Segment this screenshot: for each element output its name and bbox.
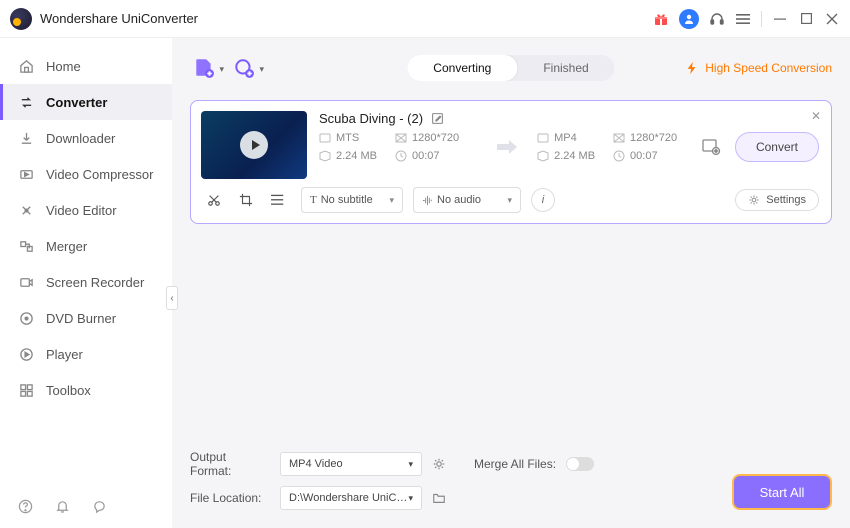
bell-icon[interactable] xyxy=(55,499,70,514)
merge-toggle[interactable] xyxy=(566,457,594,471)
high-speed-label: High Speed Conversion xyxy=(705,61,832,75)
home-icon xyxy=(18,58,34,74)
file-location-select[interactable]: D:\Wondershare UniConverter▾ xyxy=(280,486,422,510)
sidebar-item-player[interactable]: Player xyxy=(0,336,172,372)
close-icon[interactable] xyxy=(824,11,840,27)
content-area: ‹ ▾ ▾ Converting Finished High Speed Con… xyxy=(172,38,850,528)
output-format-select[interactable]: MP4 Video▾ xyxy=(280,452,422,476)
sidebar-bottom xyxy=(0,485,172,528)
sidebar-item-label: Downloader xyxy=(46,131,115,146)
burner-icon xyxy=(18,310,34,326)
player-icon xyxy=(18,346,34,362)
minimize-icon[interactable] xyxy=(772,11,788,27)
output-format-label: Output Format: xyxy=(190,450,270,478)
open-folder-icon[interactable] xyxy=(432,491,446,505)
video-thumbnail[interactable] xyxy=(201,111,307,179)
help-icon[interactable] xyxy=(18,499,33,514)
compressor-icon xyxy=(18,166,34,182)
target-meta: MP4 1280*720 2.24 MB 00:07 xyxy=(537,132,695,162)
editor-icon xyxy=(18,202,34,218)
format-settings-icon[interactable] xyxy=(432,457,446,471)
effect-icon[interactable] xyxy=(271,193,285,207)
edit-tools xyxy=(201,193,291,207)
toolbar-row: ▾ ▾ Converting Finished High Speed Conve… xyxy=(190,48,832,88)
merge-label: Merge All Files: xyxy=(474,457,556,471)
app-logo xyxy=(10,8,32,30)
downloader-icon xyxy=(18,130,34,146)
sidebar-item-label: Player xyxy=(46,347,83,362)
file-card: ✕ Scuba Diving - (2) xyxy=(190,100,832,224)
remove-file-button[interactable]: ✕ xyxy=(811,109,821,123)
subtitle-select[interactable]: TNo subtitle ▾ xyxy=(301,187,403,213)
sidebar-item-label: Home xyxy=(46,59,81,74)
sidebar-item-merger[interactable]: Merger xyxy=(0,228,172,264)
sidebar-item-label: DVD Burner xyxy=(46,311,116,326)
tab-converting[interactable]: Converting xyxy=(407,55,517,81)
audio-select[interactable]: No audio ▾ xyxy=(413,187,521,213)
add-folder-button[interactable]: ▾ xyxy=(230,54,258,82)
recorder-icon xyxy=(18,274,34,290)
sidebar-item-label: Toolbox xyxy=(46,383,91,398)
app-title: Wondershare UniConverter xyxy=(40,11,653,26)
merger-icon xyxy=(18,238,34,254)
sidebar-item-editor[interactable]: Video Editor xyxy=(0,192,172,228)
titlebar: Wondershare UniConverter xyxy=(0,0,850,38)
toolbox-icon xyxy=(18,382,34,398)
source-meta: MTS 1280*720 2.24 MB 00:07 xyxy=(319,132,477,162)
sidebar-item-recorder[interactable]: Screen Recorder xyxy=(0,264,172,300)
sidebar-item-label: Merger xyxy=(46,239,87,254)
sidebar-item-label: Video Compressor xyxy=(46,167,153,182)
menu-icon[interactable] xyxy=(735,11,751,27)
avatar-icon[interactable] xyxy=(679,9,699,29)
sidebar-item-compressor[interactable]: Video Compressor xyxy=(0,156,172,192)
headset-icon[interactable] xyxy=(709,11,725,27)
sidebar-item-toolbox[interactable]: Toolbox xyxy=(0,372,172,408)
crop-icon[interactable] xyxy=(239,193,253,207)
output-settings-icon[interactable] xyxy=(701,137,721,157)
high-speed-button[interactable]: High Speed Conversion xyxy=(685,61,832,75)
sidebar-collapse-handle[interactable]: ‹ xyxy=(166,286,178,310)
trim-icon[interactable] xyxy=(207,193,221,207)
add-file-button[interactable]: ▾ xyxy=(190,54,218,82)
edit-title-icon[interactable] xyxy=(431,112,444,125)
file-title: Scuba Diving - (2) xyxy=(319,111,423,126)
file-location-label: File Location: xyxy=(190,491,270,505)
sidebar-item-downloader[interactable]: Downloader xyxy=(0,120,172,156)
sidebar-item-home[interactable]: Home xyxy=(0,48,172,84)
gift-icon[interactable] xyxy=(653,11,669,27)
sidebar-item-label: Converter xyxy=(46,95,107,110)
arrow-icon xyxy=(497,140,517,154)
maximize-icon[interactable] xyxy=(798,11,814,27)
start-all-button[interactable]: Start All xyxy=(732,474,832,510)
sidebar-item-converter[interactable]: Converter xyxy=(0,84,172,120)
sidebar-item-label: Video Editor xyxy=(46,203,117,218)
titlebar-controls xyxy=(653,9,840,29)
sidebar-item-label: Screen Recorder xyxy=(46,275,144,290)
convert-button[interactable]: Convert xyxy=(735,132,819,162)
play-icon xyxy=(240,131,268,159)
status-tabs: Converting Finished xyxy=(407,55,614,81)
feedback-icon[interactable] xyxy=(92,499,107,514)
sidebar-item-burner[interactable]: DVD Burner xyxy=(0,300,172,336)
converter-icon xyxy=(18,94,34,110)
file-settings-button[interactable]: Settings xyxy=(735,189,819,211)
info-icon[interactable]: i xyxy=(531,188,555,212)
sidebar: Home Converter Downloader Video Compress… xyxy=(0,38,172,528)
tab-finished[interactable]: Finished xyxy=(517,55,614,81)
